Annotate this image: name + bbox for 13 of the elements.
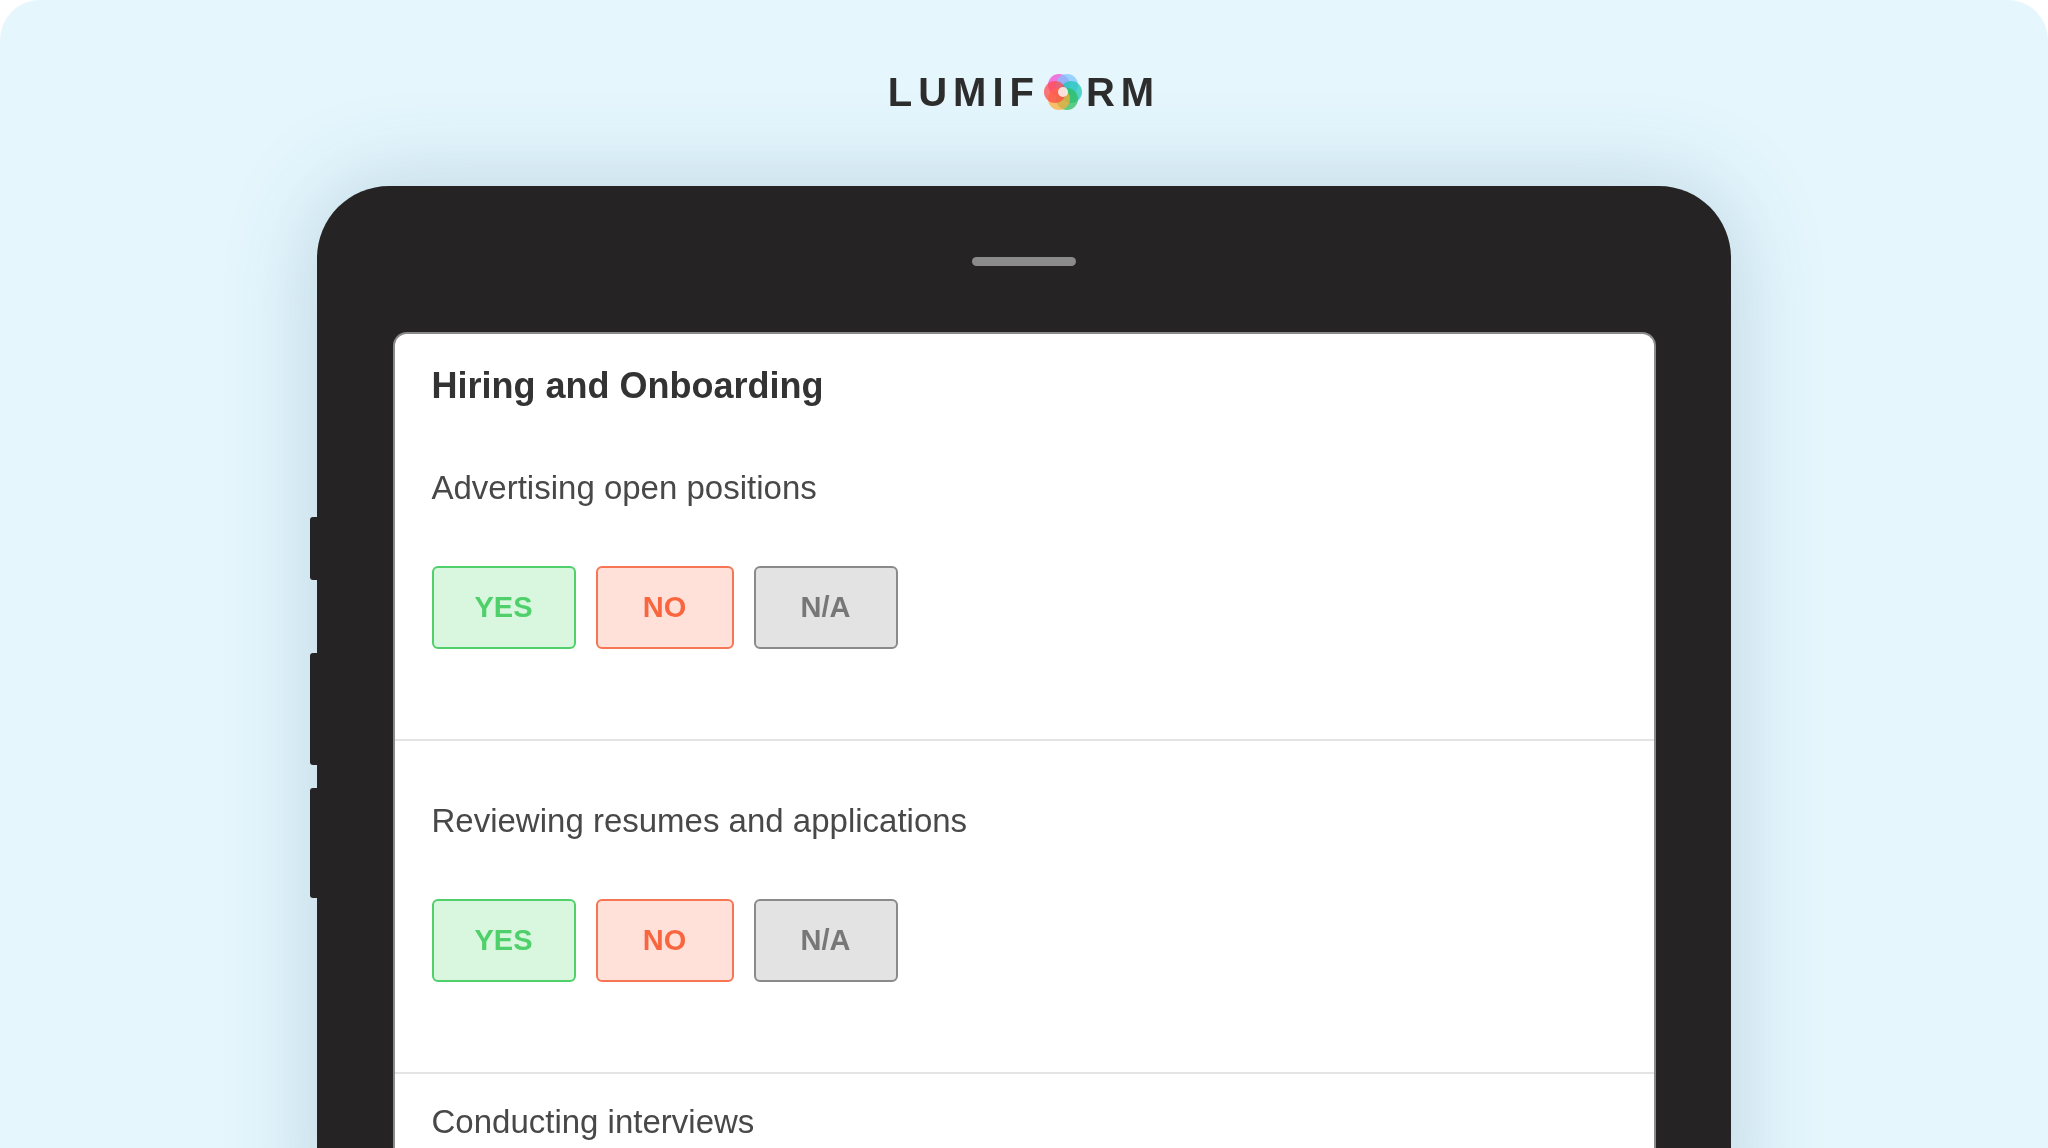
no-button[interactable]: NO <box>595 566 734 649</box>
no-button[interactable]: NO <box>595 899 734 982</box>
question-label: Conducting interviews <box>431 1102 755 1142</box>
logo-text: LUMIF <box>887 69 1040 115</box>
na-button[interactable]: N/A <box>753 899 898 982</box>
question-label: Reviewing resumes and applications <box>431 801 968 841</box>
form-title: Hiring and Onboarding <box>430 364 825 408</box>
yes-button[interactable]: YES <box>431 566 576 649</box>
na-button[interactable]: N/A <box>753 566 898 649</box>
flower-logo-icon <box>1043 72 1083 112</box>
question-label: Advertising open positions <box>431 468 817 508</box>
logo-text: RM <box>1086 69 1161 115</box>
yes-button[interactable]: YES <box>431 899 576 982</box>
